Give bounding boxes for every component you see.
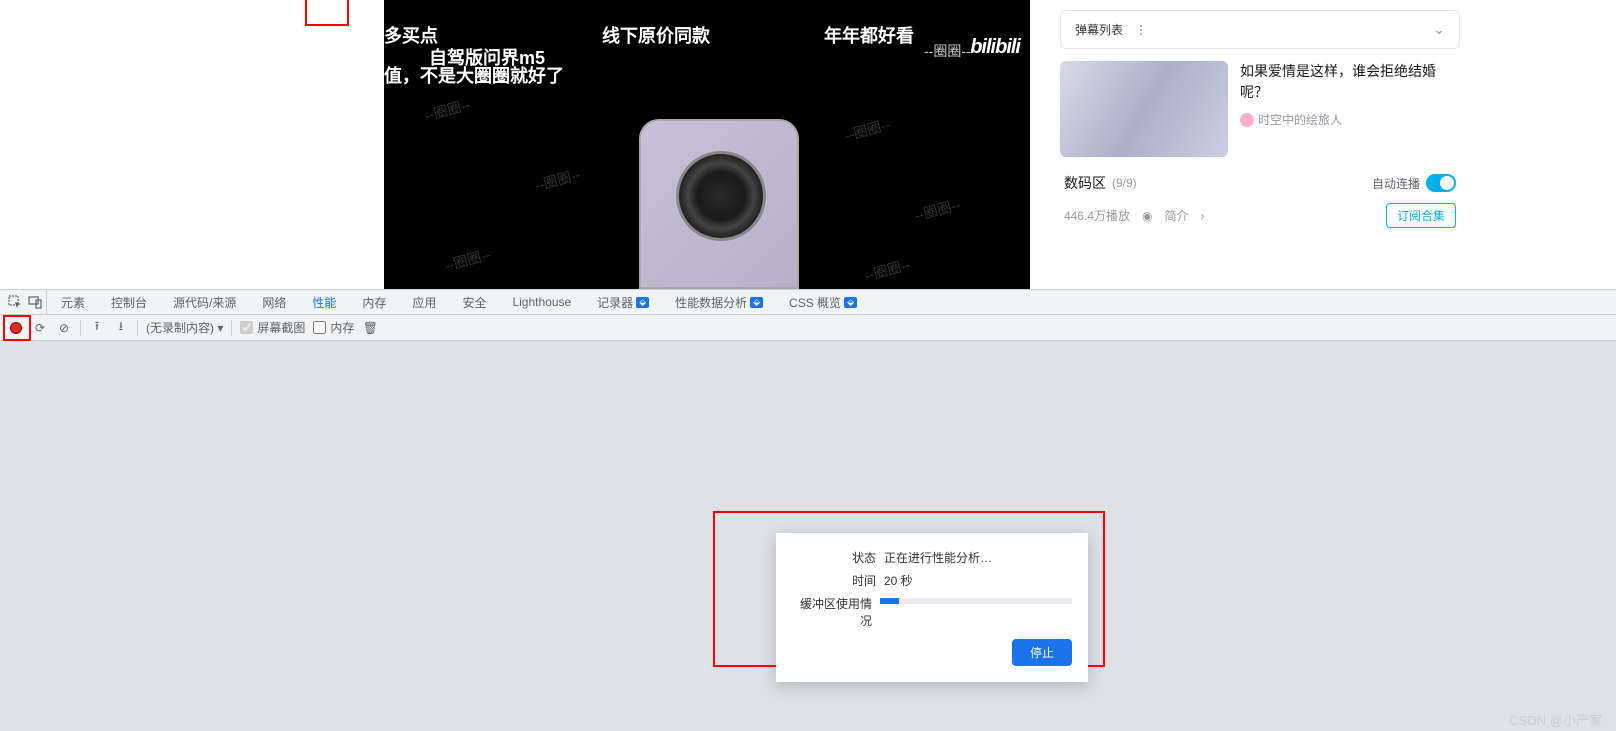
recording-select[interactable]: (无录制内容) ▾ [146, 319, 223, 336]
upload-icon[interactable]: ⭱ [89, 320, 105, 336]
section-count: (9/9) [1112, 176, 1137, 190]
autoplay-toggle[interactable]: 自动连播 [1372, 174, 1456, 192]
tab-console[interactable]: 控制台 [99, 290, 159, 314]
danmaku-list-label: 弹幕列表 [1075, 21, 1123, 38]
tab-elements[interactable]: 元素 [49, 290, 97, 314]
beta-icon: ⬙ [750, 297, 763, 308]
status-label: 状态 [792, 549, 884, 566]
time-value: 20 秒 [884, 572, 1072, 589]
toggle-switch-icon[interactable] [1426, 174, 1456, 192]
tab-application[interactable]: 应用 [400, 290, 448, 314]
intro-label[interactable]: 简介 [1165, 207, 1189, 224]
video-watermark-author: --圈圈-- [924, 41, 971, 61]
chevron-down-icon: ⌄ [1433, 21, 1445, 38]
time-label: 时间 [792, 572, 884, 589]
eye-icon: ◉ [1142, 209, 1152, 223]
video-watermark: --圈圈-- [912, 194, 962, 225]
promo-card[interactable]: 如果爱情是这样，谁会拒绝结婚呢？ 时空中的绘旅人 [1060, 61, 1460, 157]
delete-icon[interactable]: 🗑 [362, 320, 378, 336]
promo-thumbnail [1060, 61, 1228, 157]
tab-memory[interactable]: 内存 [350, 290, 398, 314]
video-watermark: --圈圈-- [442, 244, 492, 275]
play-count: 446.4万播放 [1064, 207, 1130, 224]
tab-security[interactable]: 安全 [450, 290, 498, 314]
video-watermark: --圈圈-- [422, 94, 472, 125]
video-player[interactable]: 多买点 线下原价同款 年年都好看 自驾版问界m5 值，不是大圈圈就好了 --圈圈… [384, 0, 1030, 289]
danmaku-text: 线下原价同款 [602, 22, 710, 48]
more-icon[interactable]: ⋮ [1135, 23, 1149, 37]
record-button[interactable] [8, 320, 24, 336]
sidebar: 弹幕列表 ⋮ ⌄ 如果爱情是这样，谁会拒绝结婚呢？ 时空中的绘旅人 数码区 (9… [1060, 0, 1460, 289]
promo-title: 如果爱情是这样，谁会拒绝结婚呢？ [1240, 61, 1460, 103]
clear-icon[interactable]: ⊘ [56, 320, 72, 336]
tab-lighthouse[interactable]: Lighthouse [500, 290, 583, 314]
beta-icon: ⬙ [844, 297, 857, 308]
status-value: 正在进行性能分析… [884, 549, 1072, 566]
beta-icon: ⬙ [636, 297, 649, 308]
tag-icon [1240, 113, 1254, 127]
video-watermark: --圈圈-- [862, 254, 912, 285]
csdn-watermark: CSDN @小严家 [1509, 710, 1602, 729]
devtools-tab-bar: 元素 控制台 源代码/来源 网络 性能 内存 应用 安全 Lighthouse … [0, 289, 1616, 315]
devtools-toolbar: ⟳ ⊘ ⭱ ⭳ (无录制内容) ▾ 屏幕截图 内存 🗑 [0, 315, 1616, 341]
stop-button[interactable]: 停止 [1012, 639, 1072, 666]
tab-recorder[interactable]: 记录器⬙ [585, 290, 661, 314]
tab-css-overview[interactable]: CSS 概览⬙ [777, 290, 869, 314]
buffer-progress [880, 598, 1072, 604]
profiling-dialog: 状态 正在进行性能分析… 时间 20 秒 缓冲区使用情况 停止 [776, 533, 1088, 682]
tab-sources[interactable]: 源代码/来源 [161, 290, 248, 314]
buffer-label: 缓冲区使用情况 [792, 595, 880, 629]
video-watermark: --圈圈-- [842, 114, 892, 145]
section-title: 数码区 (9/9) [1064, 173, 1137, 193]
promo-tag: 时空中的绘旅人 [1240, 111, 1460, 128]
performance-panel: 状态 正在进行性能分析… 时间 20 秒 缓冲区使用情况 停止 [0, 341, 1616, 731]
chevron-right-icon: › [1201, 209, 1205, 223]
bilibili-logo: bilibili [970, 36, 1020, 59]
tab-network[interactable]: 网络 [250, 290, 298, 314]
phone-image [639, 119, 799, 289]
inspect-icon[interactable] [8, 295, 22, 309]
subscribe-button[interactable]: 订阅合集 [1386, 203, 1456, 228]
tab-performance[interactable]: 性能 [300, 290, 348, 314]
download-icon[interactable]: ⭳ [113, 320, 129, 336]
video-watermark: --圈圈-- [532, 164, 582, 195]
reload-icon[interactable]: ⟳ [32, 320, 48, 336]
device-icon[interactable] [28, 295, 42, 309]
memory-checkbox[interactable]: 内存 [313, 319, 354, 336]
danmaku-text: 年年都好看 [824, 22, 914, 48]
tab-performance-insights[interactable]: 性能数据分析⬙ [663, 290, 775, 314]
danmaku-list-toggle[interactable]: 弹幕列表 ⋮ ⌄ [1060, 10, 1460, 49]
screenshot-checkbox[interactable]: 屏幕截图 [240, 319, 305, 336]
danmaku-text: 值，不是大圈圈就好了 [384, 62, 564, 88]
